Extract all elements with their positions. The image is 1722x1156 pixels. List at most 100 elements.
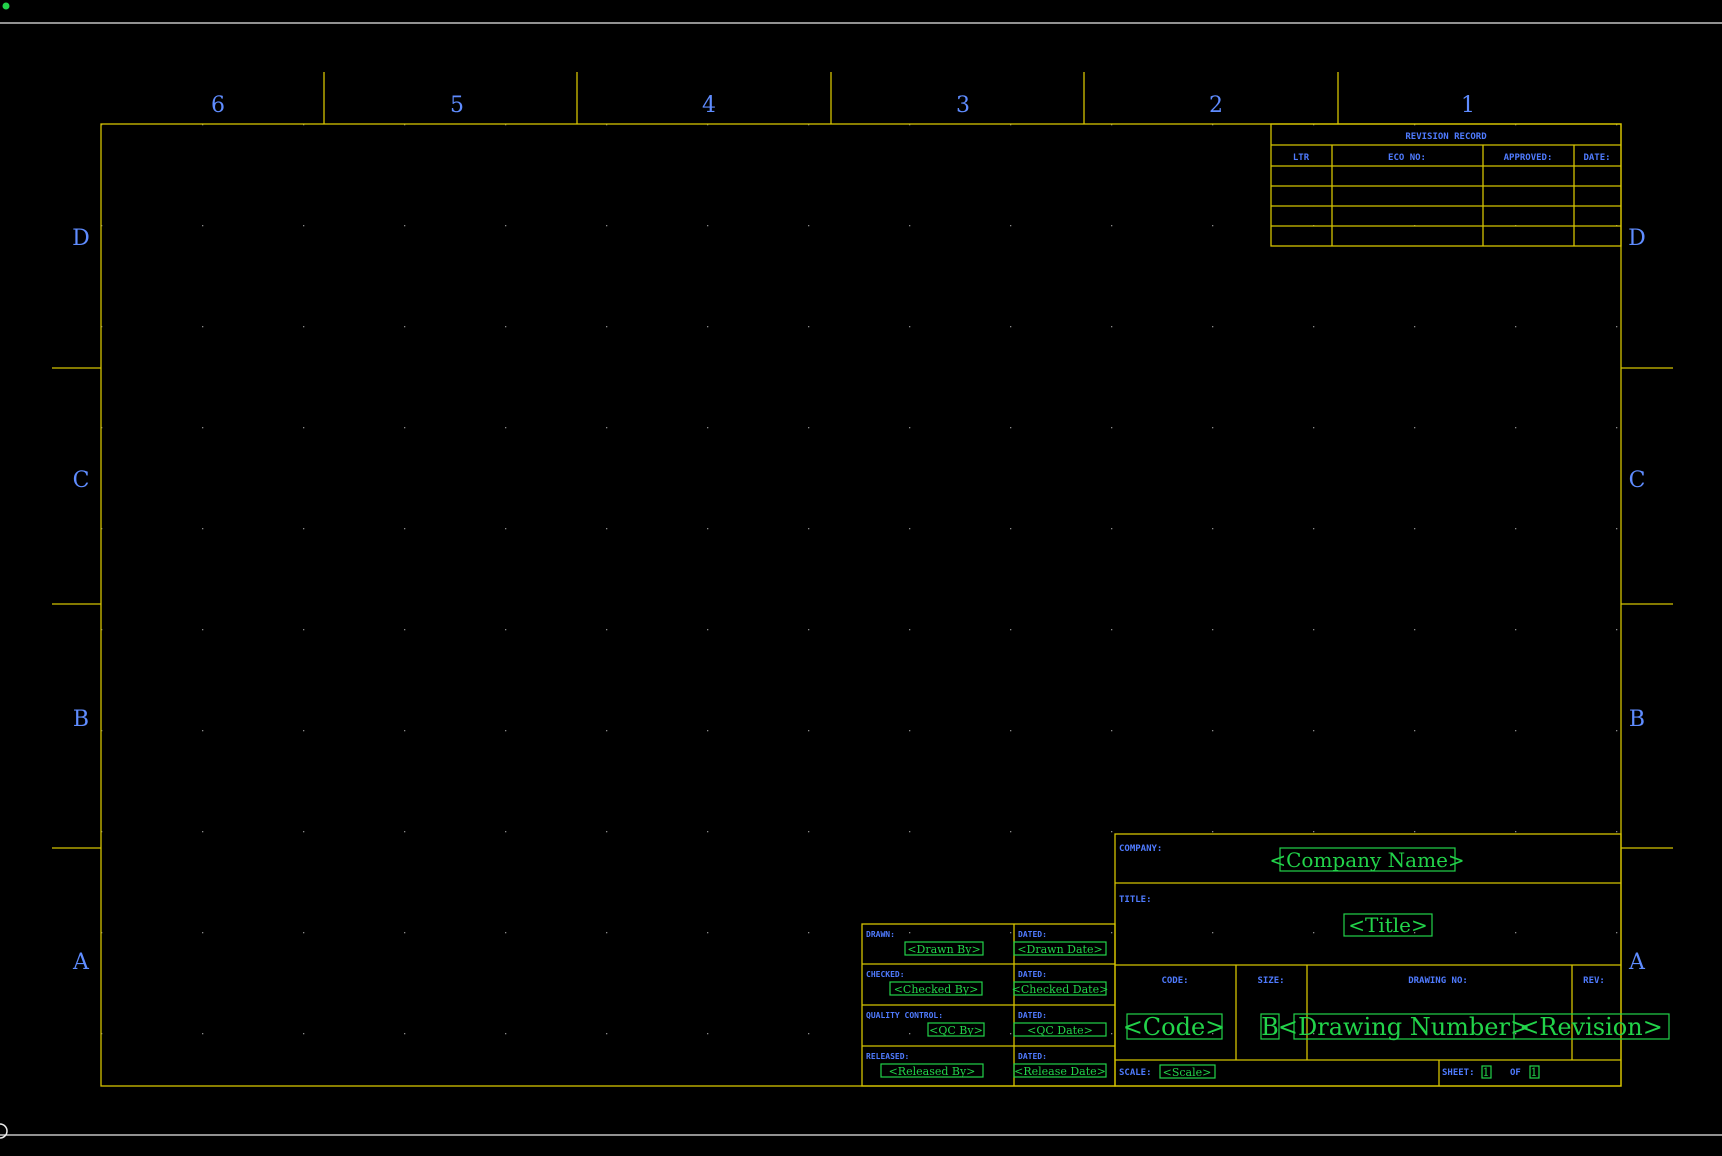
grid-dot xyxy=(404,1033,406,1035)
row-label: A xyxy=(1628,950,1646,975)
grid-dot xyxy=(707,831,709,833)
schematic-canvas[interactable]: 6 5 4 3 2 1 D C B A D C B A REVISION REC… xyxy=(0,0,1722,1156)
sheet-field[interactable]: 1 xyxy=(1483,1066,1490,1079)
signoff-label: RELEASED: xyxy=(866,1052,909,1061)
grid-dot xyxy=(1212,528,1214,530)
signoff-date-field[interactable]: <Checked Date> xyxy=(1012,983,1109,996)
grid-dot xyxy=(808,225,810,227)
grid-dot xyxy=(808,629,810,631)
grid-dot xyxy=(303,730,305,732)
grid-dot xyxy=(505,1033,507,1035)
grid-dot xyxy=(202,427,204,429)
grid-dot xyxy=(1414,427,1416,429)
signoff-label: QUALITY CONTROL: xyxy=(866,1011,943,1020)
scale-field[interactable]: <Scale> xyxy=(1163,1066,1212,1079)
grid-dot xyxy=(1111,427,1113,429)
grid-dot xyxy=(909,326,911,328)
signoff-value-field[interactable]: <Checked By> xyxy=(894,983,979,996)
row-label: D xyxy=(72,226,90,251)
row-label: D xyxy=(1628,226,1646,251)
signoff-value-field[interactable]: <QC By> xyxy=(929,1024,983,1037)
grid-dot xyxy=(202,225,204,227)
grid-dot xyxy=(404,326,406,328)
grid-dot xyxy=(1010,528,1012,530)
grid-dot xyxy=(1414,831,1416,833)
grid-dot xyxy=(303,932,305,934)
grid-dot xyxy=(1313,629,1315,631)
grid-dot xyxy=(1515,932,1517,934)
grid-dot xyxy=(1616,730,1618,732)
drawing-no-label: DRAWING NO: xyxy=(1408,976,1468,986)
grid-dot xyxy=(1616,629,1618,631)
grid-dot xyxy=(404,629,406,631)
code-label: CODE: xyxy=(1161,976,1188,986)
of-label: OF xyxy=(1510,1068,1521,1078)
grid-dot xyxy=(1313,528,1315,530)
grid-dot xyxy=(1010,225,1012,227)
grid-dot xyxy=(909,932,911,934)
grid-dot xyxy=(303,427,305,429)
grid-dot xyxy=(505,225,507,227)
signoff-date-label: DATED: xyxy=(1018,1011,1047,1020)
grid-dot xyxy=(1010,730,1012,732)
scale-label: SCALE: xyxy=(1119,1068,1152,1078)
size-field[interactable]: B xyxy=(1261,1013,1279,1041)
of-field[interactable]: 1 xyxy=(1531,1066,1538,1079)
grid-dot xyxy=(404,730,406,732)
revision-record-title: REVISION RECORD xyxy=(1405,132,1487,142)
grid-dot xyxy=(1515,528,1517,530)
signoff-date-label: DATED: xyxy=(1018,930,1047,939)
grid-dot xyxy=(909,1033,911,1035)
grid-dot xyxy=(808,932,810,934)
grid-dot xyxy=(909,427,911,429)
column-label: 6 xyxy=(211,93,225,118)
grid-dot xyxy=(505,528,507,530)
signoff-date-field[interactable]: <Drawn Date> xyxy=(1017,943,1102,956)
company-field[interactable]: <Company Name> xyxy=(1269,848,1464,872)
grid-dot xyxy=(606,932,608,934)
grid-dot xyxy=(1616,932,1618,934)
grid-dot xyxy=(1212,326,1214,328)
grid-dot xyxy=(808,528,810,530)
title-field[interactable]: <Title> xyxy=(1348,913,1428,937)
grid-dot xyxy=(202,528,204,530)
grid-dot xyxy=(505,932,507,934)
grid-dot xyxy=(404,427,406,429)
grid-dot xyxy=(707,730,709,732)
grid-dot xyxy=(1111,225,1113,227)
signoff-value-field[interactable]: <Released By> xyxy=(889,1065,976,1078)
rev-field[interactable]: <Revision> xyxy=(1519,1013,1663,1041)
signoff-value-field[interactable]: <Drawn By> xyxy=(907,943,980,956)
grid-dot xyxy=(1313,730,1315,732)
grid-dot xyxy=(404,932,406,934)
grid-dot xyxy=(707,225,709,227)
grid-dot xyxy=(1111,932,1113,934)
signoff-date-field[interactable]: <Release Date> xyxy=(1014,1065,1106,1078)
revision-header-eco: ECO NO: xyxy=(1388,153,1426,163)
grid-dot xyxy=(404,831,406,833)
column-label: 3 xyxy=(956,93,970,118)
grid-dot xyxy=(1515,730,1517,732)
grid-dot xyxy=(707,1033,709,1035)
grid-dot xyxy=(1212,831,1214,833)
grid-dot xyxy=(1616,528,1618,530)
grid-dot xyxy=(1010,326,1012,328)
row-label: C xyxy=(1629,468,1646,493)
signoff-date-field[interactable]: <QC Date> xyxy=(1027,1024,1093,1037)
grid-dot xyxy=(1111,629,1113,631)
grid-dot xyxy=(606,831,608,833)
revision-header-ltr: LTR xyxy=(1293,153,1310,163)
grid-dot xyxy=(404,225,406,227)
grid-dot xyxy=(1212,225,1214,227)
signoff-date-label: DATED: xyxy=(1018,1052,1047,1061)
grid-dot xyxy=(1111,528,1113,530)
grid-dot xyxy=(1616,326,1618,328)
code-field[interactable]: <Code> xyxy=(1123,1013,1226,1041)
grid-dot xyxy=(202,730,204,732)
grid-dot xyxy=(505,427,507,429)
grid-dot xyxy=(202,1033,204,1035)
drawing-no-field[interactable]: <Drawing Number> xyxy=(1278,1013,1530,1041)
grid-dot xyxy=(303,326,305,328)
signoff-label: DRAWN: xyxy=(866,930,895,939)
grid-dot xyxy=(303,1033,305,1035)
